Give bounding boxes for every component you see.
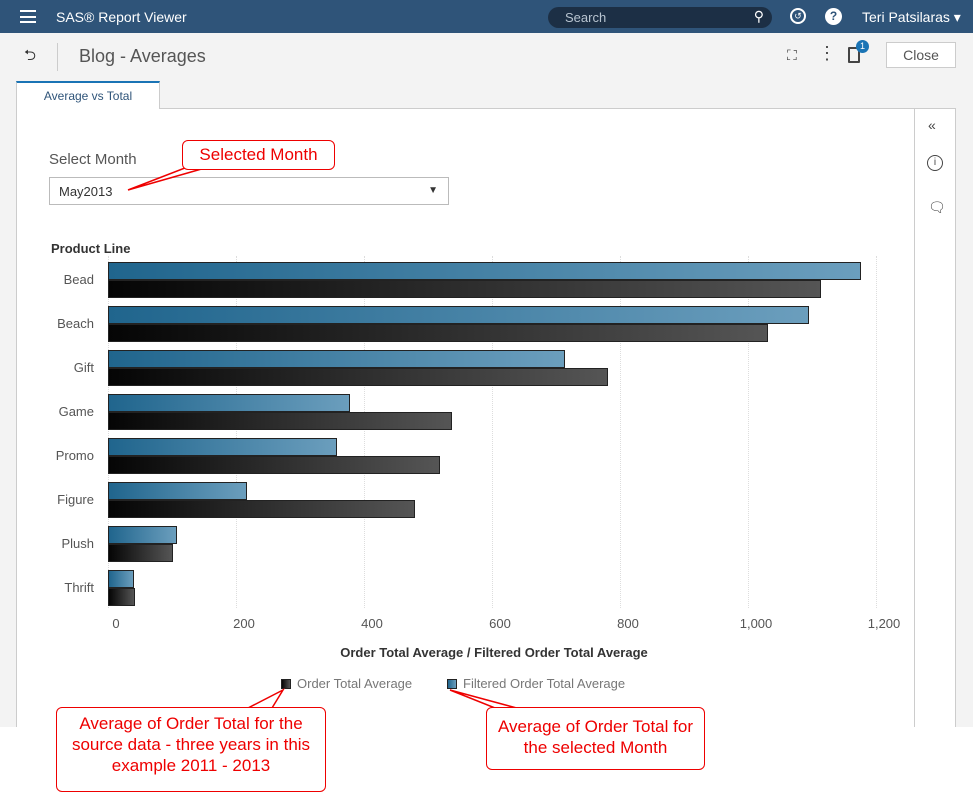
callout-order-total: Average of Order Total for the source da… — [56, 707, 326, 792]
callout-selected-month: Selected Month — [182, 140, 335, 170]
callout-pointers — [127, 165, 525, 711]
callout-selected-month-avg: Average of Order Total for the selected … — [486, 707, 705, 770]
